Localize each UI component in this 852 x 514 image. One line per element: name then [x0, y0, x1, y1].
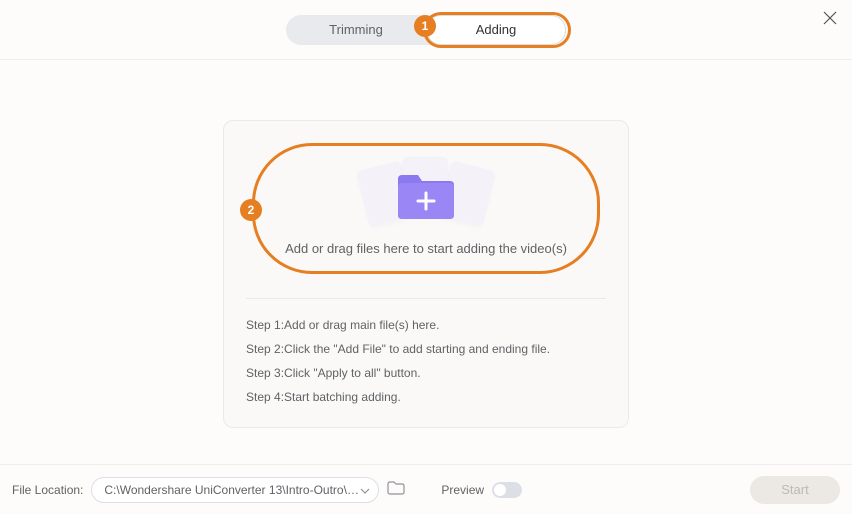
file-dropzone[interactable]: 2 Add or drag files here to start adding…: [244, 141, 608, 278]
start-button[interactable]: Start: [750, 476, 840, 504]
open-folder-button[interactable]: [387, 481, 405, 498]
toggle-knob: [494, 484, 506, 496]
step-1: Step 1:Add or drag main file(s) here.: [246, 313, 606, 337]
tab-adding[interactable]: 1 Adding: [426, 15, 566, 45]
footer-bar: File Location: C:\Wondershare UniConvert…: [0, 464, 852, 514]
folder-illustration: [356, 159, 496, 231]
file-location-label: File Location:: [12, 483, 83, 497]
file-location-select[interactable]: C:\Wondershare UniConverter 13\Intro-Out…: [91, 477, 379, 503]
callout-badge-2: 2: [240, 199, 262, 221]
mode-tabs: Trimming 1 Adding: [286, 15, 566, 45]
step-2: Step 2:Click the "Add File" to add start…: [246, 337, 606, 361]
tab-trimming[interactable]: Trimming: [286, 15, 426, 45]
step-4: Step 4:Start batching adding.: [246, 385, 606, 409]
step-3: Step 3:Click "Apply to all" button.: [246, 361, 606, 385]
main-area: 2 Add or drag files here to start adding…: [0, 60, 852, 428]
file-location-value: C:\Wondershare UniConverter 13\Intro-Out…: [104, 483, 360, 497]
tab-trimming-label: Trimming: [329, 22, 383, 37]
preview-toggle[interactable]: [492, 482, 522, 498]
start-button-label: Start: [781, 482, 808, 497]
instruction-card: 2 Add or drag files here to start adding…: [223, 120, 629, 428]
preview-group: Preview: [441, 482, 522, 498]
chevron-down-icon: [360, 483, 370, 497]
header: Trimming 1 Adding: [0, 0, 852, 60]
preview-label: Preview: [441, 483, 484, 497]
tab-adding-label: Adding: [476, 22, 516, 37]
close-icon[interactable]: [822, 10, 838, 26]
folder-plus-icon: [396, 173, 456, 219]
dropzone-text: Add or drag files here to start adding t…: [285, 241, 567, 256]
steps-list: Step 1:Add or drag main file(s) here. St…: [224, 299, 628, 427]
callout-badge-1: 1: [414, 15, 436, 37]
